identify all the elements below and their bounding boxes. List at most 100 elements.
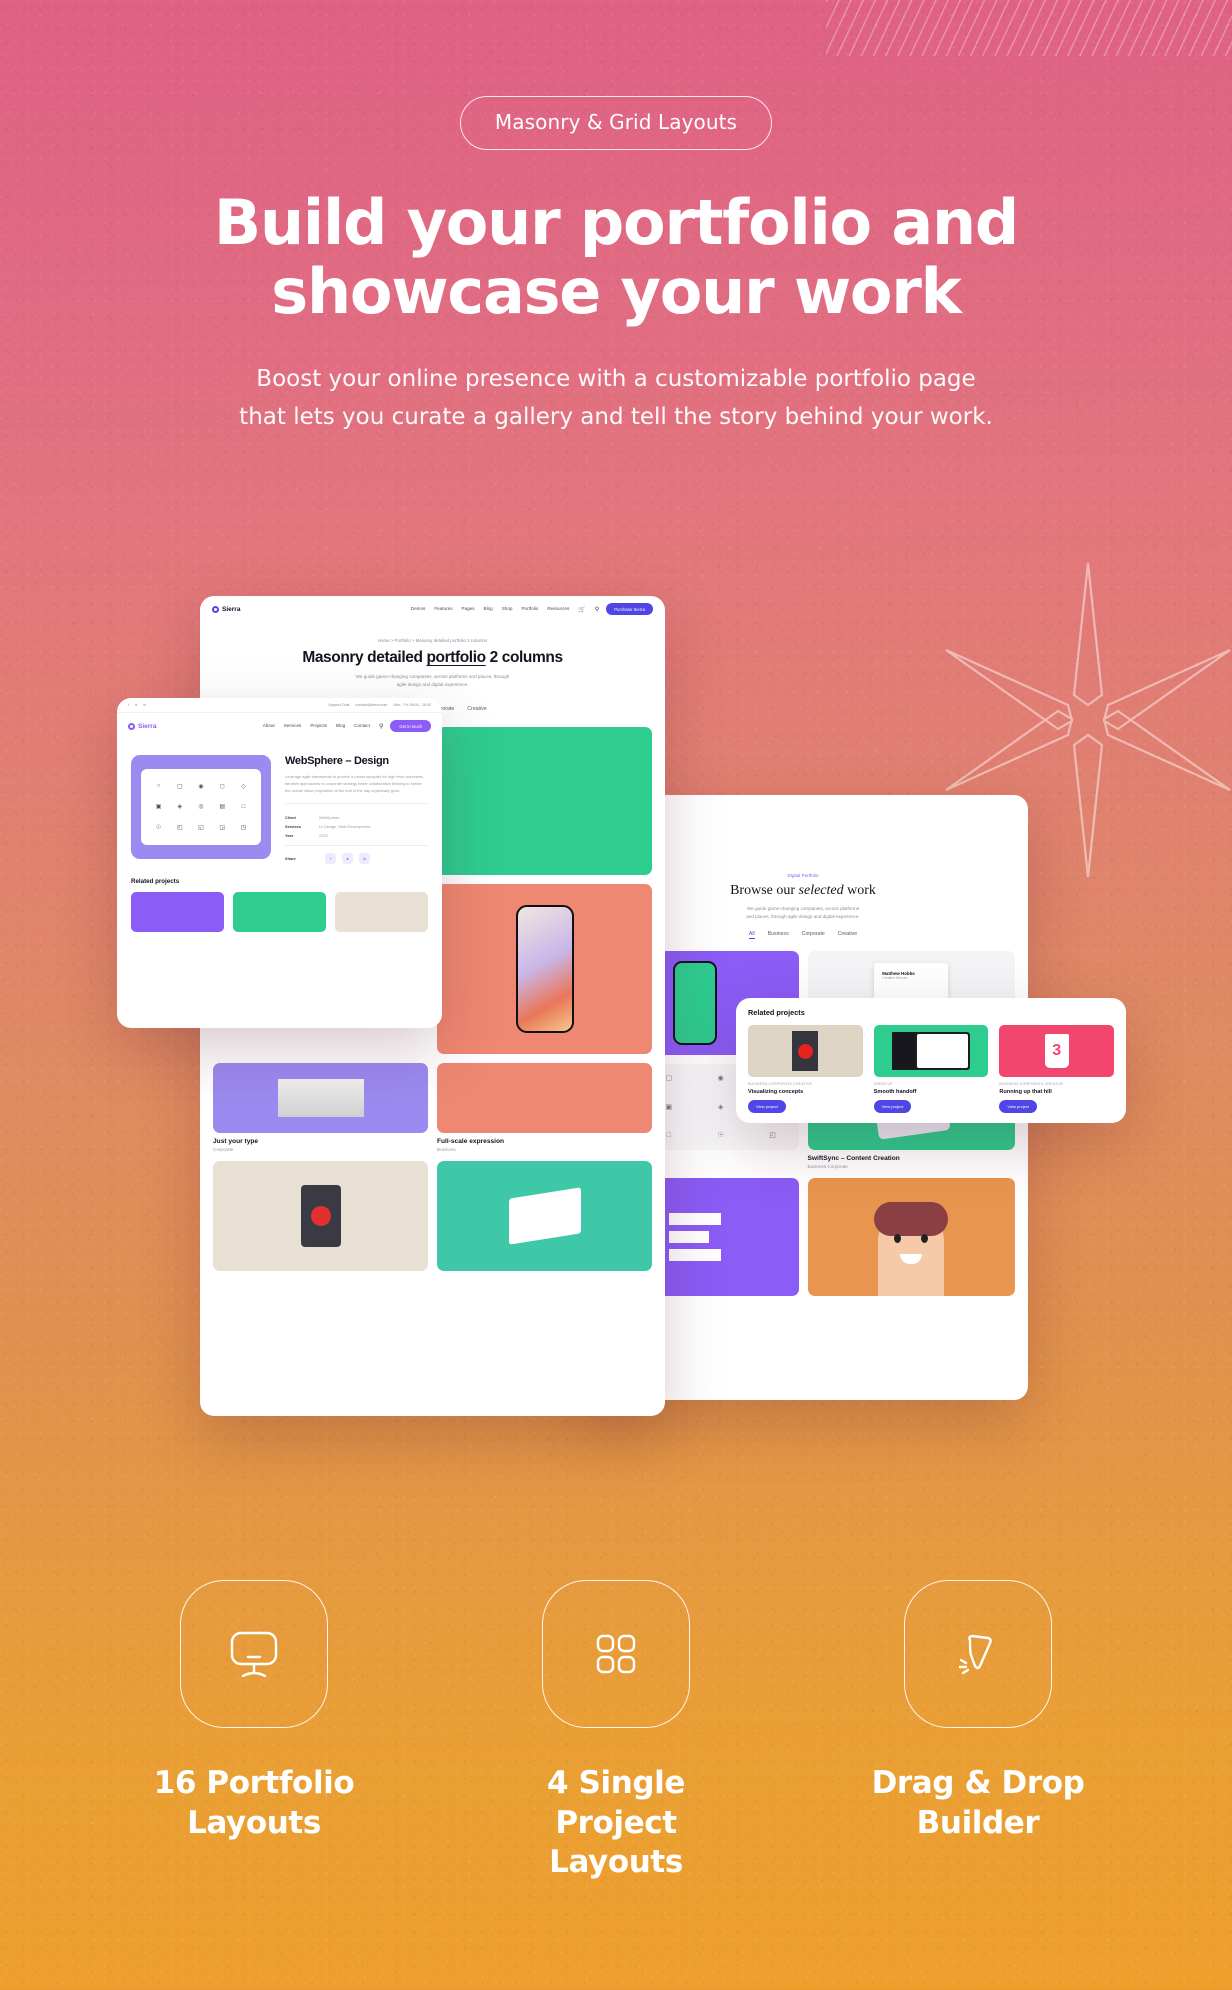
cart-icon[interactable]: 🛒 xyxy=(578,606,585,613)
meta-value: UI Design, Web Development xyxy=(319,823,371,829)
project-title[interactable]: Full-scale expression xyxy=(437,1138,652,1145)
get-in-touch-button[interactable]: Get in touch xyxy=(390,720,431,732)
related-tag: BUSINESS,CORPORATE,CREATIVE xyxy=(748,1082,813,1086)
related-thumb[interactable] xyxy=(873,1025,989,1077)
filter-tab-corporate[interactable]: Corporate xyxy=(802,931,825,939)
filter-tab-creative[interactable]: Creative xyxy=(467,706,486,714)
title-part-post: 2 columns xyxy=(485,649,563,666)
share-twitter-icon[interactable]: ● xyxy=(342,852,353,864)
nav-item-services[interactable]: Services xyxy=(284,723,302,730)
grid-cell[interactable]: Full-scale expression Business xyxy=(437,1062,652,1152)
filter-tab-all[interactable]: All xyxy=(748,931,755,939)
grid-cell[interactable] xyxy=(807,1177,1015,1296)
hours-label: Mon - Fri: 09:00 - 18:00 xyxy=(393,703,431,707)
project-title[interactable]: SwiftSync – Content Creation xyxy=(808,1155,1016,1162)
nav-item-projects[interactable]: Projects xyxy=(310,723,327,730)
nav-item-shop[interactable]: Shop xyxy=(502,606,513,613)
view-project-button[interactable]: View project xyxy=(999,1100,1038,1113)
nav-item-blog[interactable]: Blog xyxy=(336,723,345,730)
grid-cell[interactable] xyxy=(437,1160,652,1271)
related-project-item[interactable]: 3 BUSINESS,CORPORATE,CREATIVE Running up… xyxy=(999,1025,1114,1113)
related-projects-card[interactable]: Related projects BUSINESS,CORPORATE,CREA… xyxy=(736,998,1126,1123)
view-project-button[interactable]: View project xyxy=(873,1100,912,1113)
feature-icon-wrap xyxy=(904,1580,1052,1728)
related-thumb[interactable] xyxy=(131,891,224,932)
mockup-navbar: Sierra About Services Projects Blog Cont… xyxy=(117,713,442,739)
meta-row: Year 2023 xyxy=(285,833,428,838)
share-linkedin-icon[interactable]: in xyxy=(359,852,370,864)
nav-item-contact[interactable]: Contact xyxy=(354,723,370,730)
project-detail-body: ○ ▢ ◉ ◻ ◇ ▣ ◈ ◎ ▤ □ ☉ ◰ ◱ ◲ ◳ WebSphere – Design Lev… xyxy=(117,739,442,864)
filter-tab-business[interactable]: Business xyxy=(768,931,789,939)
mockup-topbar: f ● in Support Chat contact@sierra.com M… xyxy=(117,698,442,713)
feature-label: Drag & Drop Builder xyxy=(848,1764,1108,1843)
project-tags: Corporate xyxy=(213,1146,234,1152)
project-meta: Client WebSphere Services UI Design, Web… xyxy=(285,802,428,838)
related-title[interactable]: Visualizing concepts xyxy=(748,1089,863,1095)
sierra-logo-icon xyxy=(212,605,219,613)
monitor-icon xyxy=(230,1631,278,1678)
feature-label-line-2: Layouts xyxy=(549,1844,683,1881)
search-icon[interactable]: ⚲ xyxy=(379,723,383,730)
project-thumb-phone[interactable] xyxy=(437,883,652,1054)
related-thumb[interactable] xyxy=(748,1025,863,1077)
title-part-post: work xyxy=(843,883,876,898)
mockup-nav-items[interactable]: Demos Features Pages Blog Shop Portfolio… xyxy=(411,606,599,613)
sierra-logo[interactable]: Sierra xyxy=(212,605,241,613)
related-thumb[interactable]: 3 xyxy=(999,1025,1114,1077)
social-facebook-icon[interactable]: f xyxy=(128,703,129,707)
nav-item-portfolio[interactable]: Portfolio xyxy=(521,606,538,613)
related-thumb[interactable] xyxy=(233,891,326,932)
nav-item-blog[interactable]: Blog xyxy=(484,606,493,613)
nav-item-demos[interactable]: Demos xyxy=(411,606,426,613)
subtitle-line-2: that lets you curate a gallery and tell … xyxy=(239,403,993,430)
social-linkedin-icon[interactable]: in xyxy=(143,703,146,707)
feature-icon-wrap xyxy=(180,1580,328,1728)
related-thumb[interactable] xyxy=(335,891,428,932)
project-thumb[interactable] xyxy=(213,1062,428,1133)
project-tags: Business xyxy=(437,1146,456,1152)
hero-badge: Masonry & Grid Layouts xyxy=(459,96,773,150)
filter-tab-creative[interactable]: Creative xyxy=(838,931,857,939)
project-title[interactable]: Just your type xyxy=(213,1138,428,1145)
project-thumb[interactable] xyxy=(437,726,652,875)
title-part-pre: Masonry detailed xyxy=(302,649,427,666)
breadcrumb: Home > Portfolio > Masonry detailed port… xyxy=(377,638,488,643)
single-project-mockup[interactable]: f ● in Support Chat contact@sierra.com M… xyxy=(117,698,442,1028)
view-project-button[interactable]: View project xyxy=(748,1100,786,1113)
project-thumb[interactable] xyxy=(437,1062,652,1133)
sierra-logo[interactable]: Sierra xyxy=(128,722,156,730)
feature-drag-and-drop-builder: Drag & Drop Builder xyxy=(848,1580,1108,1883)
feature-label-line-2: Builder xyxy=(916,1804,1040,1841)
meta-key: Services xyxy=(285,823,302,829)
nav-item-pages[interactable]: Pages xyxy=(462,606,475,613)
sierra-logo-text: Sierra xyxy=(222,605,241,613)
nav-item-about[interactable]: About xyxy=(263,723,275,730)
desc-line-1: We guide game-changing companies, across… xyxy=(355,674,510,679)
nav-item-resources[interactable]: Resources xyxy=(547,606,569,613)
mockup-nav-items[interactable]: About Services Projects Blog Contact ⚲ xyxy=(263,723,384,730)
social-twitter-icon[interactable]: ● xyxy=(135,703,137,707)
grid-cell[interactable] xyxy=(437,726,652,875)
nav-item-features[interactable]: Features xyxy=(434,606,452,613)
related-tag: CREATIVE xyxy=(873,1082,893,1086)
search-icon[interactable]: ⚲ xyxy=(595,606,599,613)
share-facebook-icon[interactable]: f xyxy=(325,852,336,864)
purchase-sierra-button[interactable]: Purchase Sierra xyxy=(606,603,653,615)
feature-label-line-1: Drag & Drop xyxy=(871,1765,1085,1801)
mockups-stage: Sierra Demos Features Pages Blog Shop Po… xyxy=(0,580,1232,1480)
related-project-item[interactable]: BUSINESS,CORPORATE,CREATIVE Visualizing … xyxy=(748,1025,863,1113)
grid-cell[interactable]: Just your type Corporate xyxy=(213,1062,428,1152)
related-title[interactable]: Smooth handoff xyxy=(874,1089,989,1095)
related-project-item[interactable]: CREATIVE Smooth handoff View project xyxy=(873,1025,989,1113)
grid-cell[interactable] xyxy=(437,883,652,1054)
related-title[interactable]: Running up that hill xyxy=(999,1089,1114,1095)
related-projects-grid: BUSINESS,CORPORATE,CREATIVE Visualizing … xyxy=(736,1017,1126,1113)
support-chat-label[interactable]: Support Chat xyxy=(328,703,349,707)
project-thumb[interactable] xyxy=(213,1160,428,1271)
project-thumb[interactable] xyxy=(437,1160,652,1271)
project-thumb-character[interactable] xyxy=(807,1177,1015,1296)
grid-cell[interactable] xyxy=(213,1160,428,1271)
email-label[interactable]: contact@sierra.com xyxy=(355,703,387,707)
hero-section: Masonry & Grid Layouts Build your portfo… xyxy=(0,0,1232,437)
